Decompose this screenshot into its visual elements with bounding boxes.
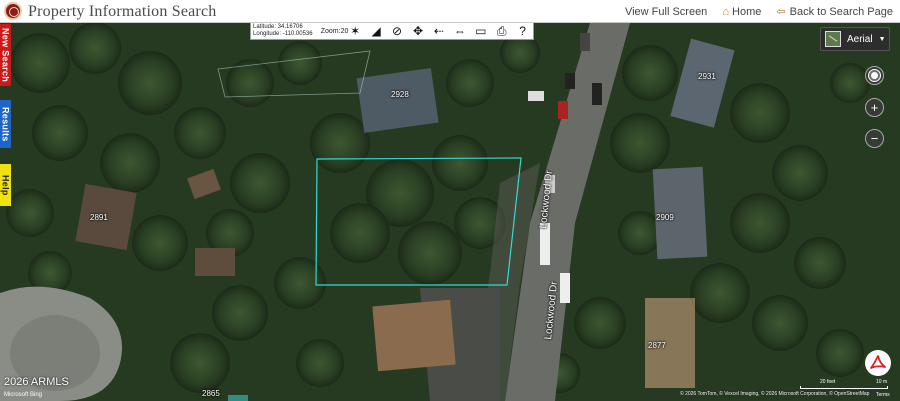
layer-selector[interactable]: Aerial ▼ <box>820 27 890 51</box>
bing-logo: Microsoft Bing <box>4 392 43 398</box>
layer-selector-label: Aerial <box>847 33 873 45</box>
terms-link[interactable]: Terms <box>876 392 890 398</box>
parcel-label: 2909 <box>656 213 674 222</box>
help-tab[interactable]: Help <box>0 164 11 206</box>
print-icon[interactable]: ⎙ <box>491 23 512 39</box>
header-links: View Full Screen ⌂ Home ⇦ Back to Search P… <box>625 5 893 18</box>
map-copyright: 2026 ARMLS <box>4 376 69 388</box>
parcel-label: 2891 <box>90 213 108 222</box>
zoom-in-button[interactable]: + <box>865 98 884 117</box>
results-tab[interactable]: Results <box>0 100 11 148</box>
aerial-imagery <box>0 23 900 401</box>
scale-bar: 20 feet 10 m <box>800 379 890 390</box>
pan-icon[interactable]: ✥ <box>408 23 429 39</box>
home-link[interactable]: Home <box>732 6 761 18</box>
parcel-label: 2865 <box>202 389 220 398</box>
parcel-label: 2877 <box>648 341 666 350</box>
ruler-icon[interactable]: ▭ <box>470 23 491 39</box>
locate-icon[interactable] <box>865 66 884 85</box>
pdf-export-button[interactable] <box>865 350 891 376</box>
county-seal-icon <box>4 2 22 20</box>
new-search-tab[interactable]: New Search <box>0 24 11 86</box>
back-arrow-icon: ⇦ <box>776 6 786 18</box>
home-icon: ⌂ <box>722 6 730 18</box>
zoom-out-button[interactable]: − <box>865 129 884 148</box>
caret-down-icon: ▼ <box>878 35 886 43</box>
measure-icon[interactable]: ◢ <box>366 23 387 39</box>
identify-icon[interactable]: ✶ <box>345 23 366 39</box>
aerial-map[interactable]: 2928 2931 2891 2909 2877 2865 Lockwood D… <box>0 23 900 401</box>
scale-feet: 20 feet <box>820 379 836 385</box>
full-extent-icon[interactable]: ⇔ <box>449 23 470 39</box>
scale-meters: 10 m <box>876 379 888 385</box>
previous-extent-icon[interactable]: ⇠ <box>428 23 449 39</box>
coordinate-readout: Latitude: 34.16706 Longitude: -110.00536 <box>251 24 317 38</box>
parcel-label: 2928 <box>391 90 409 99</box>
longitude-readout: Longitude: -110.00536 <box>253 31 313 37</box>
app-title: Property Information Search <box>28 3 217 20</box>
view-full-screen-link[interactable]: View Full Screen <box>625 6 707 18</box>
layer-switcher-icon <box>825 31 841 47</box>
zoom-readout: Zoom:20 <box>320 27 349 35</box>
scale-line <box>800 386 888 389</box>
pdf-icon <box>870 355 886 369</box>
no-select-icon[interactable]: ⊘ <box>387 23 408 39</box>
app-header: Property Information Search View Full Sc… <box>0 0 900 23</box>
latitude-readout: Latitude: 34.16706 <box>253 24 303 30</box>
map-attribution: © 2026 TomTom, © Vexcel Imaging, © 2026 … <box>680 391 870 397</box>
back-to-search-link[interactable]: Back to Search Page <box>790 6 893 18</box>
parcel-label: 2931 <box>698 72 716 81</box>
map-toolbar: Latitude: 34.16706 Longitude: -110.00536… <box>250 22 534 40</box>
help-icon[interactable]: ? <box>512 23 533 39</box>
